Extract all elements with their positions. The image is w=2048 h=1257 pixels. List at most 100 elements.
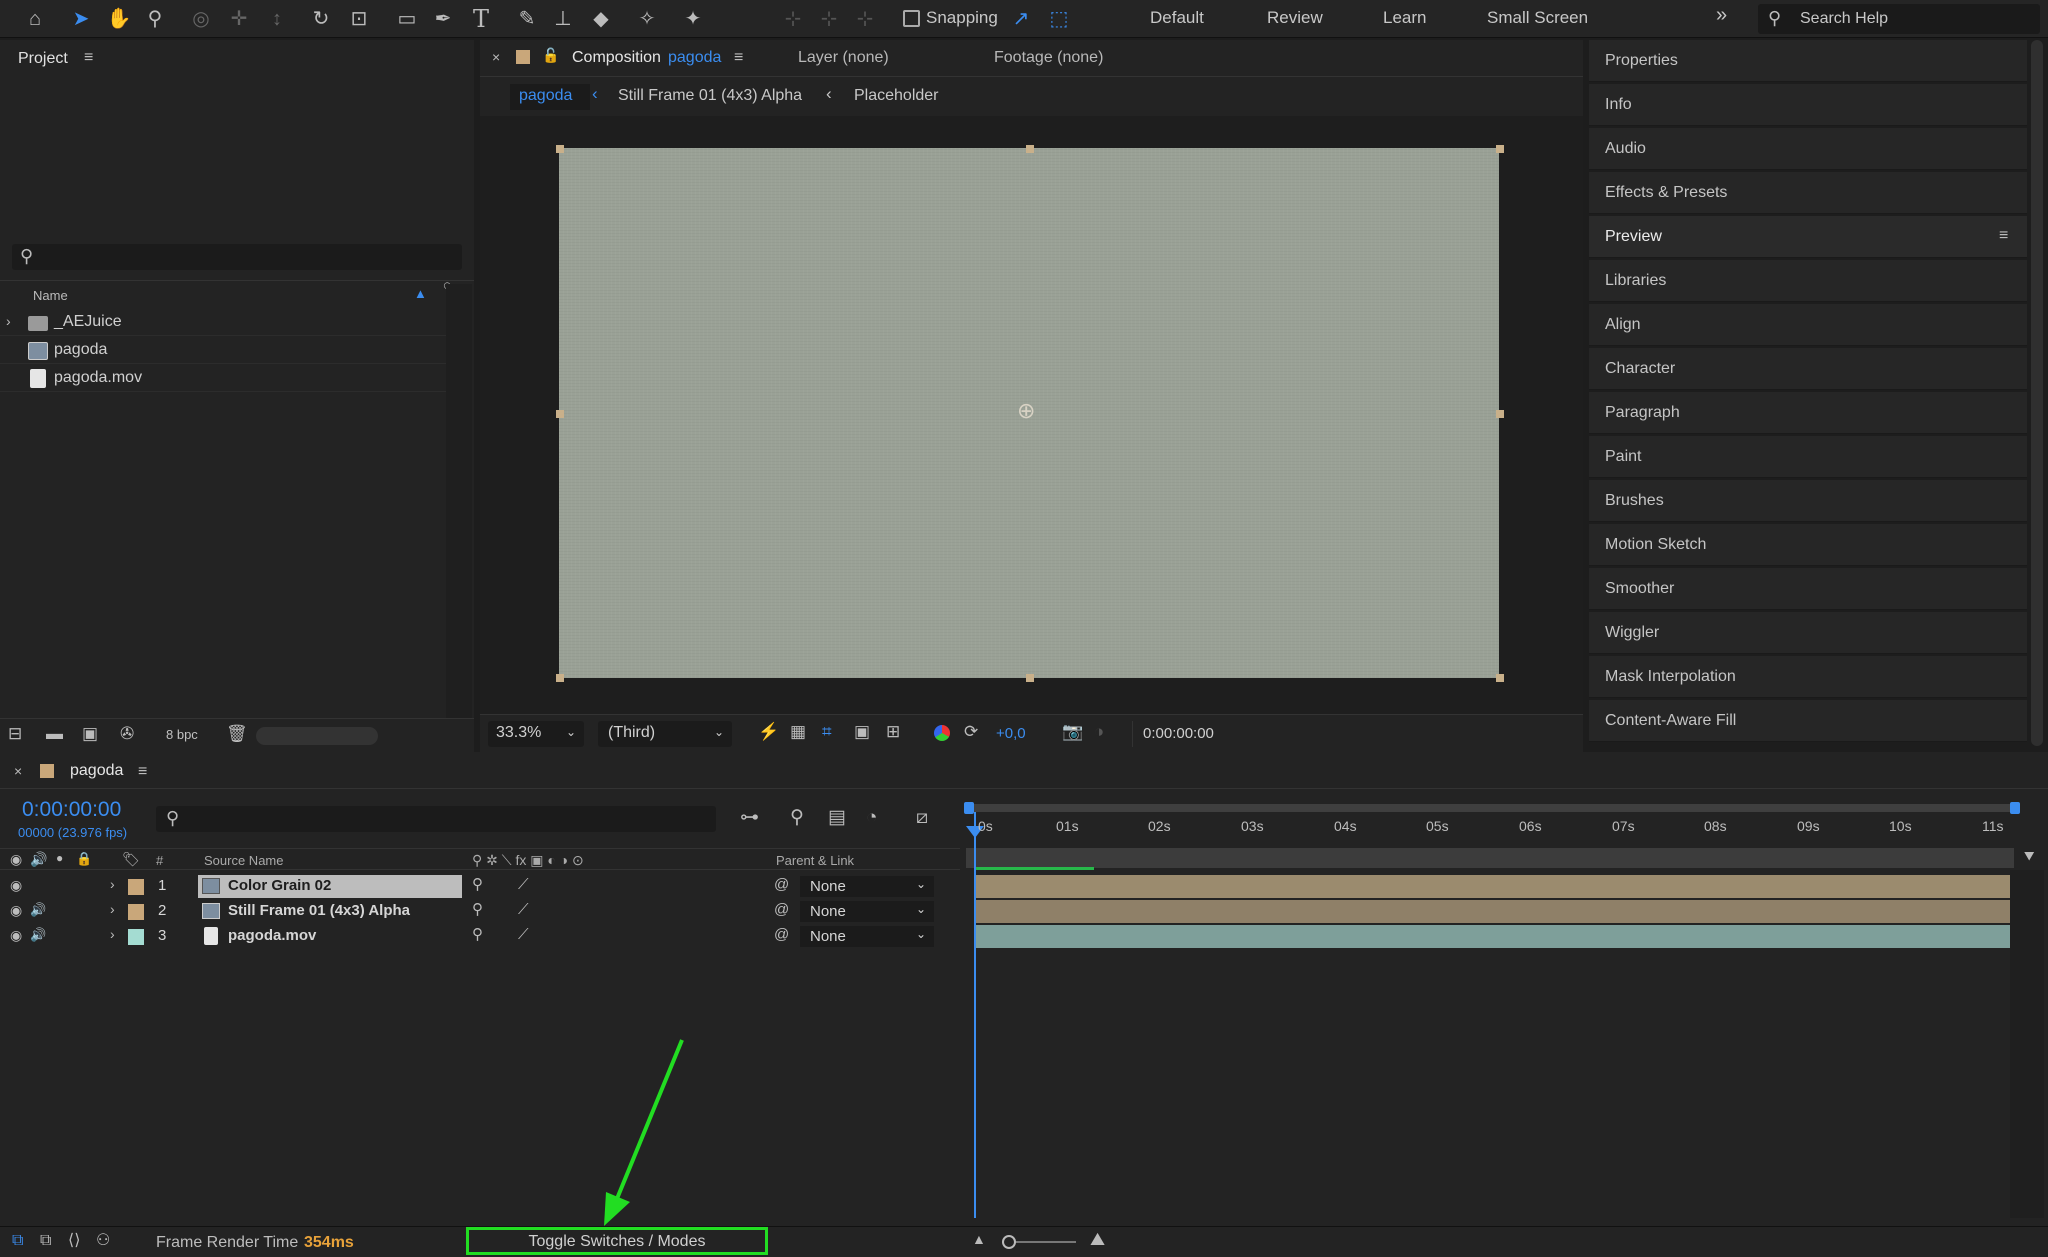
zoom-in-icon[interactable]: ⛰ — [1090, 1229, 1105, 1250]
label-icon[interactable]: 🏷 — [122, 852, 140, 866]
lock-icon[interactable]: 🔓 — [542, 48, 559, 62]
zoom-slider-handle[interactable] — [1002, 1235, 1016, 1249]
snap-edges-icon[interactable]: ↗ — [1006, 4, 1036, 34]
type-icon[interactable]: T — [466, 4, 496, 34]
close-icon[interactable]: × — [492, 50, 500, 64]
brush-icon[interactable]: ✎ — [512, 4, 542, 34]
transform-handle[interactable] — [1496, 674, 1504, 682]
timeline-search-input[interactable]: ⚲ — [156, 806, 716, 832]
snap-features-icon[interactable]: ⬚ — [1044, 4, 1074, 34]
work-area-bar[interactable] — [966, 804, 2018, 812]
timeline-tab-name[interactable]: pagoda — [70, 762, 123, 780]
video-eye-icon[interactable]: ◉ — [10, 852, 22, 866]
graph-editor-icon[interactable]: ⧄ — [916, 808, 928, 827]
reset-exposure-icon[interactable]: ⟳ — [964, 723, 978, 740]
toggle-switches-modes-button[interactable]: Toggle Switches / Modes — [466, 1227, 768, 1255]
breadcrumb-pagoda[interactable]: pagoda — [510, 84, 590, 110]
workspace-default[interactable]: Default — [1150, 8, 1204, 28]
thumbnail-slider[interactable] — [256, 727, 378, 745]
parent-link-header[interactable]: Parent & Link — [776, 853, 854, 868]
workspace-small-screen[interactable]: Small Screen — [1487, 8, 1588, 28]
rectangle-icon[interactable]: ▭ — [392, 4, 422, 34]
panel-properties[interactable]: Properties — [1589, 40, 2027, 82]
mask-visibility-icon[interactable]: ⌗ — [822, 723, 832, 740]
tab-layer[interactable]: Layer (none) — [798, 49, 889, 67]
video-eye-icon[interactable]: ◉ — [10, 878, 22, 892]
orbit-icon[interactable]: ◎ — [186, 4, 216, 34]
name-column-header[interactable]: Name — [33, 288, 68, 303]
render-time-icon[interactable]: ⚇ — [96, 1233, 110, 1249]
current-time-indicator[interactable] — [974, 812, 976, 1218]
chevron-right-icon[interactable]: › — [6, 314, 11, 328]
workspace-learn[interactable]: Learn — [1383, 8, 1426, 28]
layer-color-label[interactable] — [128, 929, 144, 945]
layer-bar-color-grain[interactable] — [976, 875, 2010, 898]
axis-view-icon[interactable]: ⊹ — [850, 4, 880, 34]
layer-name[interactable]: Color Grain 02 — [228, 877, 331, 894]
layer-row[interactable]: ◉ › 1 Color Grain 02 ⚲ ⟋ @ None ⌄ — [0, 874, 960, 899]
quality-icon[interactable]: ⟋ — [518, 877, 529, 892]
anchor-point-icon[interactable]: ⊕ — [1017, 400, 1035, 422]
home-icon[interactable]: ⌂ — [20, 4, 50, 34]
pan-icon[interactable]: ✛ — [224, 4, 254, 34]
snapping-checkbox[interactable] — [903, 10, 920, 27]
motion-blur-icon[interactable]: ◔ — [866, 808, 877, 827]
transparency-grid-icon[interactable]: ▦ — [790, 723, 806, 740]
panel-menu-icon[interactable]: ≡ — [1999, 228, 2008, 244]
comp-tab-prefix[interactable]: Composition — [572, 49, 661, 67]
fast-previews-icon[interactable]: ⚡ — [758, 723, 779, 740]
comp-tab-name[interactable]: pagoda — [668, 49, 721, 67]
breadcrumb-still-frame[interactable]: Still Frame 01 (4x3) Alpha — [618, 87, 802, 105]
solo-icon[interactable]: ● — [56, 852, 63, 864]
panel-paragraph[interactable]: Paragraph — [1589, 392, 2027, 434]
pen-icon[interactable]: ✒ — [428, 4, 458, 34]
audio-icon[interactable]: 🔊 — [30, 903, 46, 916]
collapse-transform-icon[interactable]: ⚲ — [472, 902, 483, 917]
transfer-controls-icon[interactable]: ⧉ — [40, 1233, 51, 1249]
transform-handle[interactable] — [556, 145, 564, 153]
in-out-icon[interactable]: ⟨⟩ — [68, 1233, 80, 1249]
video-eye-icon[interactable]: ◉ — [10, 903, 22, 917]
transform-handle[interactable] — [556, 410, 564, 418]
project-title[interactable]: Project — [18, 50, 68, 68]
transform-handle[interactable] — [556, 674, 564, 682]
parent-dropdown[interactable]: None ⌄ — [800, 926, 934, 947]
project-scrollbar[interactable] — [446, 284, 472, 752]
new-composition-icon[interactable]: ▣ — [82, 725, 98, 742]
layer-switches-icon[interactable]: ⧉ — [12, 1233, 23, 1249]
layer-color-label[interactable] — [128, 904, 144, 920]
search-help-input[interactable]: ⚲ Search Help — [1758, 4, 2040, 34]
source-name-header[interactable]: Source Name — [204, 853, 283, 868]
new-folder-icon[interactable]: ▬ — [46, 725, 63, 742]
tab-footage[interactable]: Footage (none) — [994, 49, 1103, 67]
panel-menu-icon[interactable]: ≡ — [734, 50, 743, 66]
dolly-icon[interactable]: ↕ — [262, 4, 292, 34]
region-of-interest-icon[interactable]: ▣ — [854, 723, 870, 740]
exposure-value[interactable]: +0,0 — [996, 725, 1026, 742]
comp-marker-bin-icon[interactable]: ⯆ — [2022, 848, 2036, 866]
chevron-right-icon[interactable]: › — [110, 877, 115, 891]
project-search-input[interactable]: ⚲ — [12, 244, 462, 270]
panel-content-aware-fill[interactable]: Content-Aware Fill — [1589, 700, 2027, 742]
roto-brush-icon[interactable]: ✧ — [632, 4, 662, 34]
puppet-pin-icon[interactable]: ✦ — [678, 4, 708, 34]
adjust-settings-icon[interactable]: ✇ — [120, 725, 134, 742]
chevron-right-icon[interactable]: › — [110, 902, 115, 916]
quality-icon[interactable]: ⟋ — [518, 927, 529, 942]
channel-icon[interactable] — [934, 725, 950, 741]
panel-align[interactable]: Align — [1589, 304, 2027, 346]
sort-ascending-icon[interactable]: ▲ — [414, 286, 427, 301]
close-icon[interactable]: × — [14, 764, 22, 778]
layer-bar-still-frame[interactable] — [976, 900, 2010, 923]
breadcrumb-placeholder[interactable]: Placeholder — [854, 87, 939, 105]
comp-mini-flowchart-icon[interactable]: ⊶ — [740, 808, 759, 827]
zoom-icon[interactable]: ⚲ — [140, 4, 170, 34]
resolution-dropdown[interactable]: (Third) ⌄ — [598, 721, 732, 747]
transform-handle[interactable] — [1496, 145, 1504, 153]
axis-local-icon[interactable]: ⊹ — [778, 4, 808, 34]
current-time-display[interactable]: 0:00:00:00 — [1132, 721, 1238, 747]
project-item[interactable]: pagoda — [0, 338, 446, 364]
panel-wiggler[interactable]: Wiggler — [1589, 612, 2027, 654]
layer-name[interactable]: pagoda.mov — [228, 927, 316, 944]
timeline-scrollbar[interactable] — [2010, 870, 2044, 1218]
